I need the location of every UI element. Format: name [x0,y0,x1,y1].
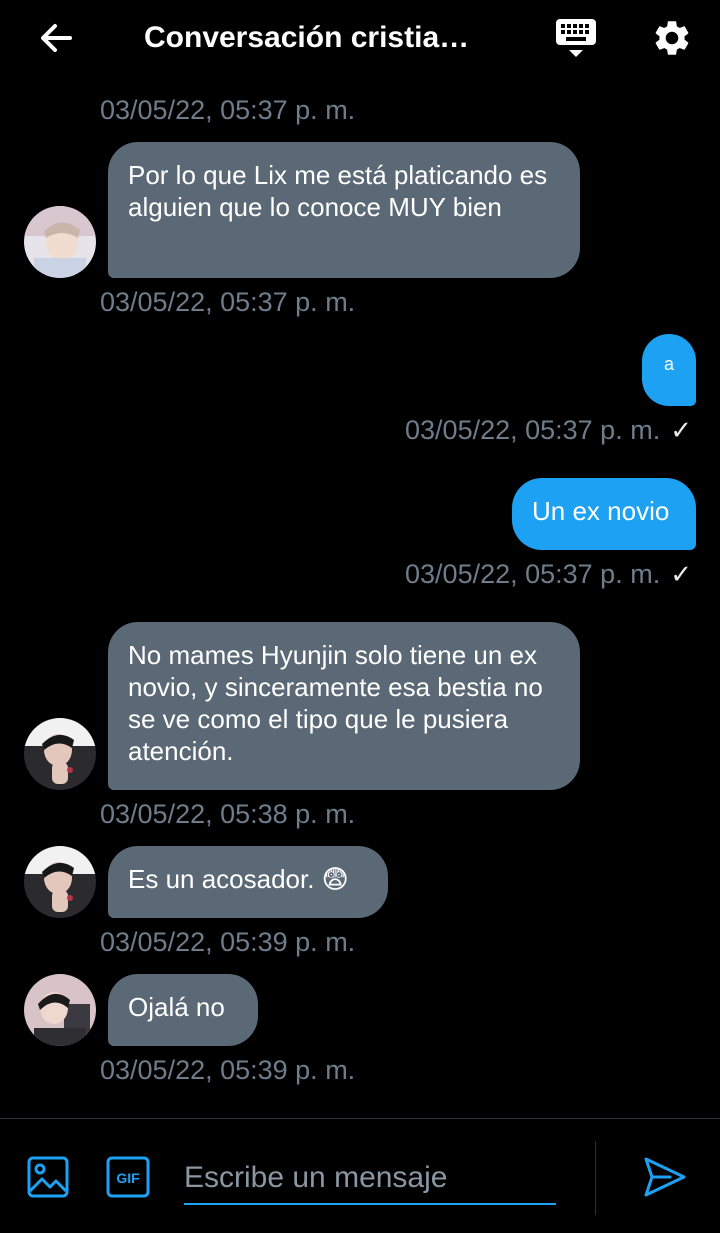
sent-check-icon: ✓ [670,415,692,445]
message-timestamp: 03/05/22, 05:38 p. m. [100,799,356,829]
outgoing-message[interactable]: Un ex novio [512,478,696,550]
divider [595,1141,596,1215]
conversation-title: Conversación cristian… [144,21,484,54]
message-timestamp: 03/05/22, 05:37 p. m. [405,415,661,445]
chat-header: Conversación cristian… [0,0,720,78]
attach-gif-button[interactable]: GIF [104,1153,152,1201]
message-timestamp: 03/05/22, 05:37 p. m. [100,95,356,125]
message-timestamp: 03/05/22, 05:39 p. m. [100,927,356,957]
message-timestamp: 03/05/22, 05:37 p. m. [405,559,661,589]
gear-icon [655,21,689,55]
avatar[interactable] [24,846,96,918]
message-input[interactable] [184,1153,556,1205]
message-meta: 03/05/22, 05:37 p. m. ✓ [405,414,692,446]
message-timestamp: 03/05/22, 05:37 p. m. [100,287,356,317]
avatar[interactable] [24,718,96,790]
arrow-left-icon [41,24,72,52]
incoming-message[interactable]: Por lo que Lix me está platicando es alg… [108,142,580,278]
image-icon [27,1156,69,1198]
back-button[interactable] [34,16,78,60]
incoming-message[interactable]: No mames Hyunjin solo tiene un ex novio,… [108,622,580,790]
message-composer: GIF [0,1118,720,1233]
send-icon [644,1157,686,1197]
gif-icon: GIF [106,1156,150,1198]
avatar[interactable] [24,206,96,278]
settings-button[interactable] [648,14,696,62]
message-list[interactable]: 03/05/22, 05:37 p. m. Por lo que Lix me … [0,78,720,1118]
message-meta: 03/05/22, 05:37 p. m. ✓ [405,558,692,590]
incoming-message[interactable]: Es un acosador. 😨 [108,846,388,918]
avatar[interactable] [24,974,96,1046]
sent-check-icon: ✓ [670,559,692,589]
send-button[interactable] [640,1153,688,1201]
incoming-message[interactable]: Ojalá no [108,974,258,1046]
keyboard-icon [556,19,596,57]
attach-image-button[interactable] [24,1153,72,1201]
gif-label: GIF [116,1170,140,1186]
outgoing-message[interactable]: a [642,334,696,406]
message-timestamp: 03/05/22, 05:39 p. m. [100,1055,356,1085]
keyboard-button[interactable] [550,14,602,62]
